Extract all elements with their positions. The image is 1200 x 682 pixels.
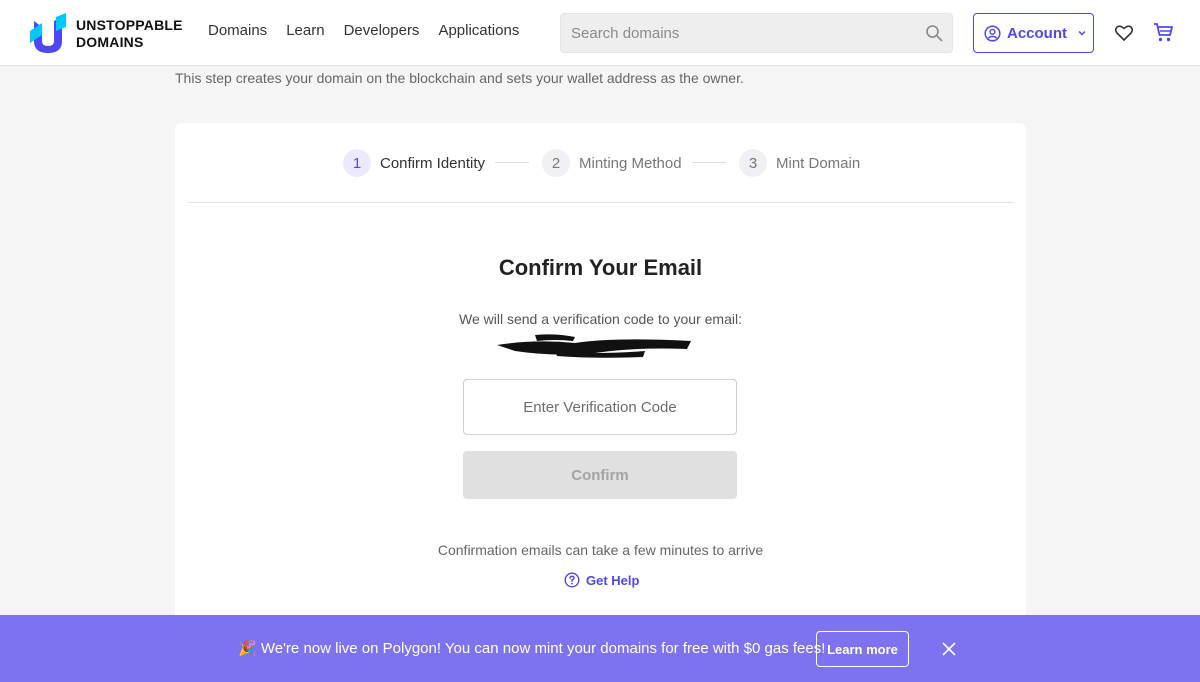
step-mint-domain: 3 Mint Domain bbox=[739, 145, 860, 181]
intro-text: This step creates your domain on the blo… bbox=[175, 70, 744, 86]
step-number: 2 bbox=[542, 149, 570, 177]
step-confirm-identity: 1 Confirm Identity bbox=[343, 145, 485, 181]
search-input[interactable] bbox=[571, 22, 911, 44]
nav-learn[interactable]: Learn bbox=[286, 22, 324, 39]
stepper: 1 Confirm Identity 2 Minting Method 3 Mi… bbox=[175, 145, 1026, 181]
search-icon[interactable] bbox=[925, 24, 943, 42]
confirm-button[interactable]: Confirm bbox=[463, 451, 737, 499]
learn-more-button[interactable]: Learn more bbox=[816, 631, 909, 667]
chevron-down-icon bbox=[1078, 30, 1086, 36]
logo-text: UNSTOPPABLE DOMAINS bbox=[76, 17, 183, 51]
nav-domains[interactable]: Domains bbox=[208, 22, 267, 39]
unstoppable-logo-icon bbox=[30, 13, 66, 53]
step-label: Mint Domain bbox=[776, 154, 861, 172]
announcement-banner: 🎉 We're now live on Polygon! You can now… bbox=[0, 615, 1200, 682]
heart-icon[interactable] bbox=[1114, 23, 1134, 43]
account-label: Account bbox=[1007, 24, 1067, 42]
redacted-email-scribble bbox=[497, 334, 691, 358]
top-header: UNSTOPPABLE DOMAINS Domains Learn Develo… bbox=[0, 0, 1200, 66]
main-nav: Domains Learn Developers Applications bbox=[208, 22, 538, 39]
divider bbox=[188, 202, 1013, 203]
search-box bbox=[560, 13, 953, 53]
step-minting-method: 2 Minting Method bbox=[542, 145, 682, 181]
logo-line2: DOMAINS bbox=[76, 34, 144, 50]
nav-applications[interactable]: Applications bbox=[438, 22, 519, 39]
question-circle-icon bbox=[564, 572, 580, 588]
account-button[interactable]: Account bbox=[973, 13, 1094, 53]
banner-text: 🎉 We're now live on Polygon! You can now… bbox=[238, 640, 826, 657]
form-title: Confirm Your Email bbox=[498, 255, 703, 280]
close-icon[interactable] bbox=[941, 641, 957, 657]
get-help-link[interactable]: Get Help bbox=[564, 572, 639, 588]
step-number: 1 bbox=[343, 149, 371, 177]
step-connector bbox=[692, 162, 726, 163]
nav-developers[interactable]: Developers bbox=[344, 22, 420, 39]
get-help-label: Get Help bbox=[586, 572, 640, 588]
step-number: 3 bbox=[739, 149, 767, 177]
mint-card: 1 Confirm Identity 2 Minting Method 3 Mi… bbox=[175, 123, 1026, 643]
form-description: We will send a verification code to your… bbox=[459, 311, 742, 327]
user-circle-icon bbox=[984, 24, 1001, 42]
step-label: Confirm Identity bbox=[380, 154, 486, 172]
logo-line1: UNSTOPPABLE bbox=[76, 17, 183, 33]
step-connector bbox=[495, 162, 529, 163]
confirmation-note: Confirmation emails can take a few minut… bbox=[437, 542, 764, 558]
verification-code-input[interactable] bbox=[463, 379, 737, 435]
cart-icon[interactable] bbox=[1153, 22, 1174, 43]
logo[interactable]: UNSTOPPABLE DOMAINS bbox=[28, 12, 188, 56]
step-label: Minting Method bbox=[579, 154, 682, 172]
